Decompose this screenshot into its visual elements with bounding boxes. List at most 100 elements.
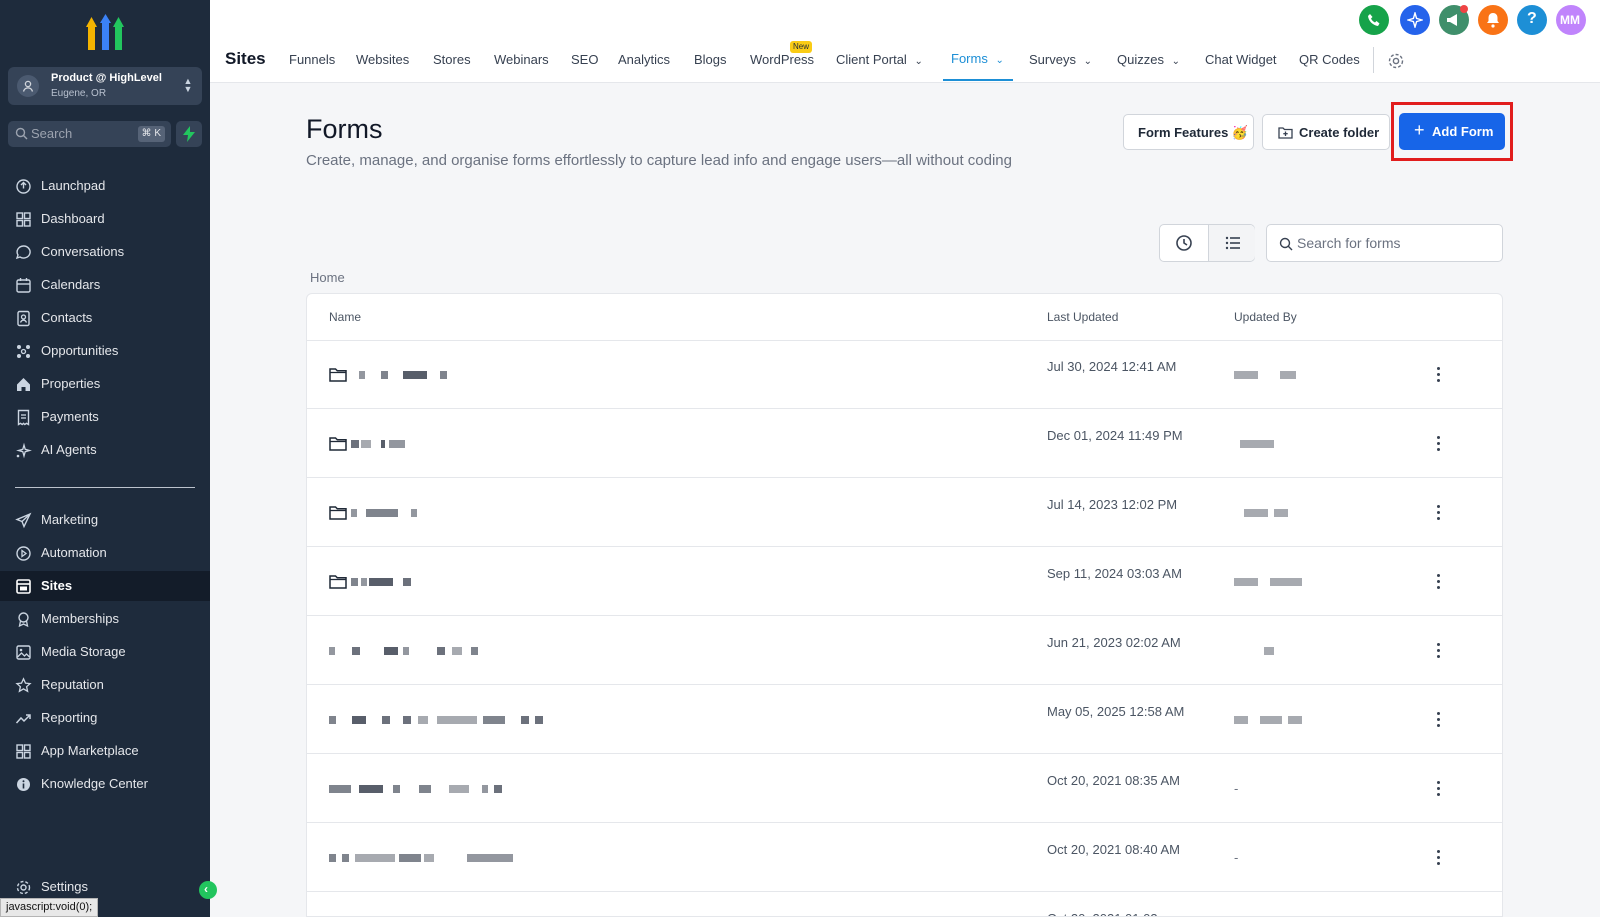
sidebar-item-label: Opportunities — [41, 343, 119, 358]
sidebar-item-opportunities[interactable]: Opportunities — [0, 336, 210, 366]
tab-client-portal[interactable]: Client Portal ⌄ — [836, 52, 923, 67]
recent-view-button[interactable] — [1160, 225, 1207, 261]
search-icon — [1279, 237, 1293, 251]
sidebar-item-payments[interactable]: Payments — [0, 402, 210, 432]
more-options-icon[interactable] — [1433, 503, 1445, 523]
redacted-block — [418, 716, 428, 724]
table-row[interactable]: Oct 20, 2021 01:03 — [307, 893, 1502, 916]
table-row[interactable]: Dec 01, 2024 11:49 PM — [307, 410, 1502, 478]
table-row[interactable]: Oct 20, 2021 08:40 AM - — [307, 824, 1502, 892]
redacted-block — [359, 785, 383, 793]
tab-quizzes[interactable]: Quizzes ⌄ — [1117, 52, 1180, 67]
more-options-icon[interactable] — [1433, 710, 1445, 730]
settings-gear-icon[interactable] — [1387, 52, 1405, 70]
ai-assist-button[interactable] — [1400, 5, 1430, 35]
more-options-icon[interactable] — [1433, 434, 1445, 454]
sidebar-item-contacts[interactable]: Contacts — [0, 303, 210, 333]
form-features-button[interactable]: Form Features 🥳 — [1123, 114, 1254, 150]
redacted-block — [382, 716, 390, 724]
sidebar-item-media-storage[interactable]: Media Storage — [0, 637, 210, 667]
user-avatar[interactable]: MM — [1556, 5, 1586, 35]
tab-surveys[interactable]: Surveys ⌄ — [1029, 52, 1092, 67]
table-row[interactable]: Sep 11, 2024 03:03 AM — [307, 548, 1502, 616]
add-form-button[interactable]: + Add Form — [1399, 113, 1505, 150]
breadcrumb[interactable]: Home — [310, 270, 345, 285]
sidebar-item-reputation[interactable]: Reputation — [0, 670, 210, 700]
sidebar-item-launchpad[interactable]: Launchpad — [0, 171, 210, 201]
last-updated-cell: Jun 21, 2023 02:02 AM — [1047, 635, 1181, 650]
redacted-block — [1274, 509, 1288, 517]
tab-seo[interactable]: SEO — [571, 52, 598, 67]
tab-wordpress[interactable]: WordPress — [750, 52, 814, 67]
sidebar-item-app-marketplace[interactable]: App Marketplace — [0, 736, 210, 766]
sidebar-item-ai-agents[interactable]: AI Agents — [0, 435, 210, 465]
sidebar-item-knowledge-center[interactable]: Knowledge Center — [0, 769, 210, 799]
sidebar-item-conversations[interactable]: Conversations — [0, 237, 210, 267]
redacted-block — [437, 716, 477, 724]
create-folder-button[interactable]: Create folder — [1262, 114, 1390, 150]
account-switcher[interactable]: Product @ HighLevel Eugene, OR ▲ ▼ — [8, 67, 202, 105]
redacted-block — [521, 716, 529, 724]
list-view-button[interactable] — [1208, 225, 1255, 261]
home-icon — [17, 378, 30, 391]
column-header-updated-by[interactable]: Updated By — [1234, 310, 1297, 324]
help-button[interactable]: ? — [1517, 5, 1547, 35]
sidebar-item-automation[interactable]: Automation — [0, 538, 210, 568]
more-options-icon[interactable] — [1433, 641, 1445, 661]
sidebar-item-properties[interactable]: Properties — [0, 369, 210, 399]
tab-blogs[interactable]: Blogs — [694, 52, 727, 67]
sidebar-divider — [15, 487, 195, 488]
redacted-block — [355, 854, 395, 862]
notifications-button[interactable] — [1478, 5, 1508, 35]
question-icon: ? — [1527, 10, 1537, 27]
tab-funnels[interactable]: Funnels — [289, 52, 335, 67]
redacted-block — [1240, 440, 1264, 448]
redacted-block — [471, 647, 478, 655]
form-name-redacted — [329, 716, 543, 726]
table-row[interactable]: Oct 20, 2021 08:35 AM - — [307, 755, 1502, 823]
view-toggle — [1159, 224, 1255, 262]
redacted-block — [494, 785, 502, 793]
tab-stores[interactable]: Stores — [433, 52, 471, 67]
table-row[interactable]: Jun 21, 2023 02:02 AM — [307, 617, 1502, 685]
form-features-label: Form Features 🥳 — [1138, 125, 1249, 140]
more-options-icon[interactable] — [1433, 779, 1445, 799]
phone-button[interactable] — [1359, 5, 1389, 35]
column-header-name[interactable]: Name — [329, 310, 361, 324]
shortcut-badge: ⌘ K — [137, 126, 165, 142]
brand-logo[interactable] — [85, 14, 125, 52]
sidebar-item-calendars[interactable]: Calendars — [0, 270, 210, 300]
tab-chat-widget[interactable]: Chat Widget — [1205, 52, 1277, 67]
sidebar-search[interactable]: Search ⌘ K — [8, 121, 171, 147]
redacted-block — [352, 647, 360, 655]
collapse-sidebar-button[interactable]: ‹ — [199, 881, 217, 899]
tab-forms[interactable]: Forms ⌄ — [951, 51, 1004, 66]
tab-label: Quizzes — [1117, 52, 1164, 67]
updated-by-cell: - — [1234, 781, 1239, 796]
more-options-icon[interactable] — [1433, 848, 1445, 868]
sidebar-item-marketing[interactable]: Marketing — [0, 505, 210, 535]
tab-websites[interactable]: Websites — [356, 52, 409, 67]
more-options-icon[interactable] — [1433, 572, 1445, 592]
redacted-block — [342, 854, 349, 862]
table-row[interactable]: Jul 30, 2024 12:41 AM — [307, 341, 1502, 409]
tab-analytics[interactable]: Analytics — [618, 52, 670, 67]
redacted-block — [399, 854, 421, 862]
search-forms-input[interactable] — [1297, 233, 1492, 253]
announcements-button[interactable] — [1439, 5, 1469, 35]
sidebar-item-sites[interactable]: Sites — [0, 571, 210, 601]
more-options-icon[interactable] — [1433, 365, 1445, 385]
quick-actions-button[interactable] — [176, 121, 202, 147]
sidebar-item-memberships[interactable]: Memberships — [0, 604, 210, 634]
table-row[interactable]: May 05, 2025 12:58 AM — [307, 686, 1502, 754]
tab-qr-codes[interactable]: QR Codes — [1299, 52, 1360, 67]
sidebar-item-dashboard[interactable]: Dashboard — [0, 204, 210, 234]
add-form-label: Add Form — [1432, 124, 1494, 139]
redacted-block — [1244, 509, 1268, 517]
table-row[interactable]: Jul 14, 2023 12:02 PM — [307, 479, 1502, 547]
form-name-redacted — [329, 647, 529, 657]
column-header-last-updated[interactable]: Last Updated — [1047, 310, 1118, 324]
tab-webinars[interactable]: Webinars — [494, 52, 549, 67]
sidebar-item-reporting[interactable]: Reporting — [0, 703, 210, 733]
redacted-block — [389, 440, 405, 448]
